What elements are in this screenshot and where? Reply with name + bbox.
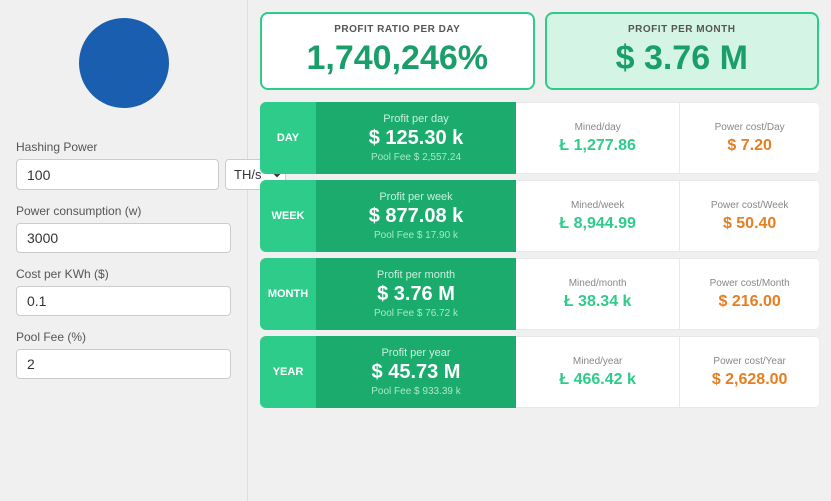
power-value-1: $ 50.40 (723, 215, 776, 233)
label-hashing-power: Hashing Power (16, 140, 231, 154)
mined-cell-0: Mined/day Ł 1,277.86 (516, 102, 679, 174)
profit-label-3: Profit per year (381, 347, 450, 359)
power-label-2: Power cost/Month (710, 278, 790, 289)
mined-value-3: Ł 466.42 k (559, 371, 636, 389)
label-power-consumption: Power consumption (w) (16, 204, 231, 218)
power-value-3: $ 2,628.00 (712, 371, 788, 389)
metric-value-0: 1,740,246% (276, 39, 519, 78)
profit-value-3: $ 45.73 M (372, 361, 461, 384)
power-cell-3: Power cost/Year $ 2,628.00 (679, 336, 819, 408)
metric-box-0: PROFIT RATIO PER DAY 1,740,246% (260, 12, 535, 90)
input-cost-per-kwh[interactable] (16, 286, 231, 316)
power-value-2: $ 216.00 (718, 293, 780, 311)
power-label-3: Power cost/Year (713, 356, 785, 367)
mined-label-2: Mined/month (569, 278, 627, 289)
pool-fee-2: Pool Fee $ 76.72 k (374, 308, 458, 319)
row-period-day: Day (260, 102, 316, 174)
metric-value-1: $ 3.76 M (561, 39, 804, 78)
mined-value-1: Ł 8,944.99 (559, 215, 636, 233)
field-group-cost-per-kwh: Cost per KWh ($) (16, 267, 231, 316)
data-row-day: Day Profit per day $ 125.30 k Pool Fee $ 2,… (260, 102, 819, 174)
metric-label-0: PROFIT RATIO PER DAY (276, 24, 519, 35)
profit-label-2: Profit per month (377, 269, 455, 281)
pool-fee-1: Pool Fee $ 17.90 k (374, 230, 458, 241)
power-cell-0: Power cost/Day $ 7.20 (679, 102, 819, 174)
input-hashing-power[interactable] (16, 159, 219, 190)
input-pool-fee[interactable] (16, 349, 231, 379)
mined-value-0: Ł 1,277.86 (559, 137, 636, 155)
metric-label-1: PROFIT PER MONTH (561, 24, 804, 35)
mined-label-3: Mined/year (573, 356, 622, 367)
field-group-hashing-power: Hashing PowerTH/sGH/sMH/s (16, 140, 231, 190)
pool-fee-3: Pool Fee $ 933.39 k (371, 386, 461, 397)
top-metrics: PROFIT RATIO PER DAY 1,740,246% PROFIT PER… (260, 12, 819, 90)
power-cell-2: Power cost/Month $ 216.00 (679, 258, 819, 330)
power-cell-1: Power cost/Week $ 50.40 (679, 180, 819, 252)
row-profit-cell-0: Profit per day $ 125.30 k Pool Fee $ 2,557… (316, 102, 516, 174)
data-rows: Day Profit per day $ 125.30 k Pool Fee $ 2,… (260, 102, 819, 489)
field-group-power-consumption: Power consumption (w) (16, 204, 231, 253)
field-group-pool-fee: Pool Fee (%) (16, 330, 231, 379)
mined-label-0: Mined/day (575, 122, 621, 133)
mined-value-2: Ł 38.34 k (564, 293, 632, 311)
data-row-month: Month Profit per month $ 3.76 M Pool Fee $ … (260, 258, 819, 330)
power-label-1: Power cost/Week (711, 200, 789, 211)
metric-box-1: PROFIT PER MONTH $ 3.76 M (545, 12, 820, 90)
row-period-month: Month (260, 258, 316, 330)
mined-cell-3: Mined/year Ł 466.42 k (516, 336, 679, 408)
input-power-consumption[interactable] (16, 223, 231, 253)
power-value-0: $ 7.20 (727, 137, 771, 155)
row-profit-cell-2: Profit per month $ 3.76 M Pool Fee $ 76.72… (316, 258, 516, 330)
row-period-year: Year (260, 336, 316, 408)
profit-value-0: $ 125.30 k (369, 127, 464, 150)
mined-label-1: Mined/week (571, 200, 624, 211)
profit-value-1: $ 877.08 k (369, 205, 464, 228)
label-pool-fee: Pool Fee (%) (16, 330, 231, 344)
mined-cell-2: Mined/month Ł 38.34 k (516, 258, 679, 330)
label-cost-per-kwh: Cost per KWh ($) (16, 267, 231, 281)
app-container: Hashing PowerTH/sGH/sMH/s Power consumpti… (0, 0, 831, 501)
mined-cell-1: Mined/week Ł 8,944.99 (516, 180, 679, 252)
data-row-year: Year Profit per year $ 45.73 M Pool Fee $ 9… (260, 336, 819, 408)
data-row-week: Week Profit per week $ 877.08 k Pool Fee $ … (260, 180, 819, 252)
profit-label-0: Profit per day (383, 113, 448, 125)
power-label-0: Power cost/Day (715, 122, 785, 133)
pool-fee-0: Pool Fee $ 2,557.24 (371, 152, 461, 163)
row-period-week: Week (260, 180, 316, 252)
row-profit-cell-3: Profit per year $ 45.73 M Pool Fee $ 933.3… (316, 336, 516, 408)
logo (79, 18, 169, 108)
profit-label-1: Profit per week (379, 191, 452, 203)
left-panel: Hashing PowerTH/sGH/sMH/s Power consumpti… (0, 0, 248, 501)
right-panel: PROFIT RATIO PER DAY 1,740,246% PROFIT PER… (248, 0, 831, 501)
profit-value-2: $ 3.76 M (377, 283, 455, 306)
row-profit-cell-1: Profit per week $ 877.08 k Pool Fee $ 17.9… (316, 180, 516, 252)
